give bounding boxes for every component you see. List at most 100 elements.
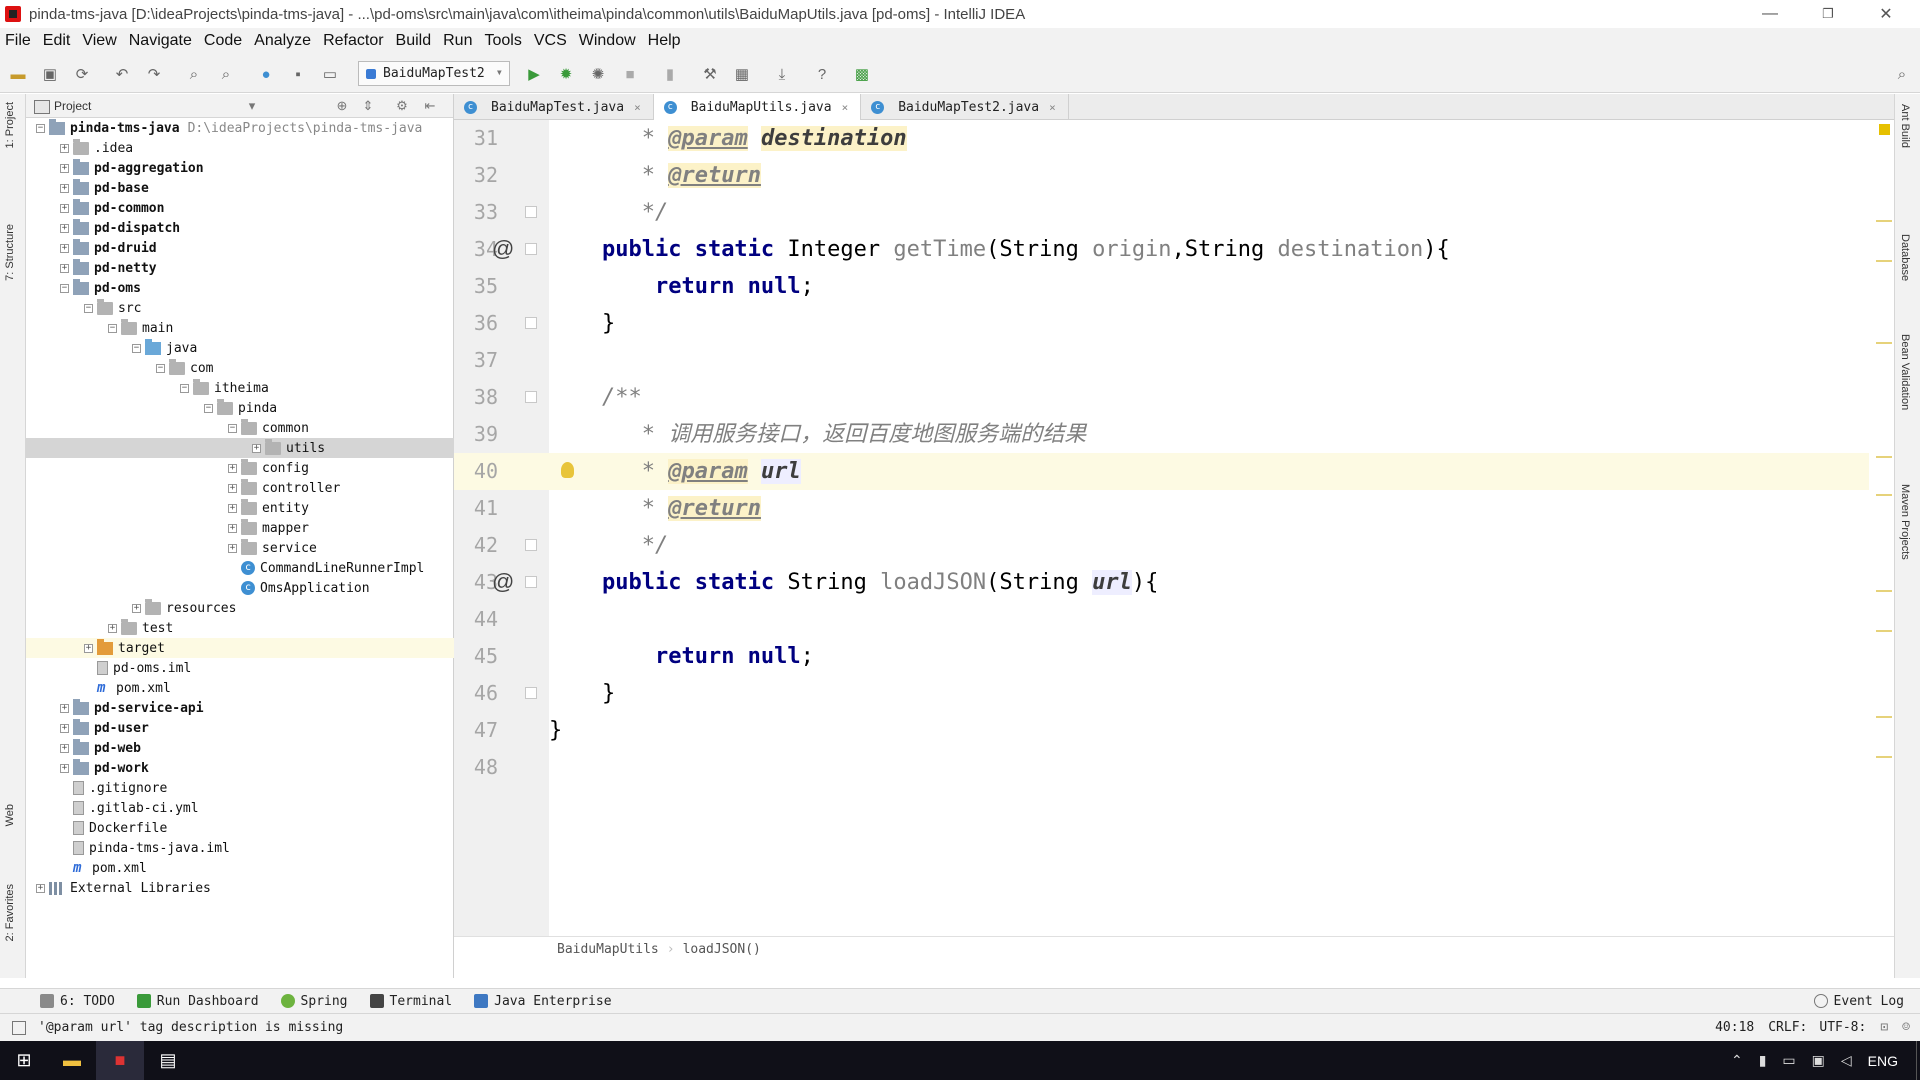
collapse-icon[interactable]: − [204,403,213,413]
tree-item[interactable]: .gitignore [26,778,454,798]
collapse-icon[interactable]: − [36,123,45,133]
open-folder-icon[interactable]: ▬ [8,64,28,84]
gutter-line[interactable]: 32 [454,157,549,194]
volume-icon[interactable]: ◁ [1841,1052,1852,1069]
tree-item[interactable]: pinda-tms-java.iml [26,838,454,858]
collapse-icon[interactable]: − [60,283,69,293]
collapse-icon[interactable]: − [156,363,165,373]
code-line[interactable]: * @param destination [549,120,1869,157]
code-line[interactable]: public static Integer getTime(String ori… [549,231,1869,268]
gutter-line[interactable]: 41 [454,490,549,527]
find-icon[interactable]: ⌕ [184,64,204,84]
gutter-line[interactable]: 40 [454,453,549,490]
menu-tools[interactable]: Tools [484,32,521,50]
todo-tab[interactable]: 6: TODO [40,994,115,1009]
ant-build-tab[interactable]: Ant Build [1899,104,1911,148]
tree-item[interactable]: .gitlab-ci.yml [26,798,454,818]
implementing-method-icon[interactable]: @ [492,571,514,593]
tree-item[interactable]: + config [26,458,454,478]
tree-item[interactable]: + test [26,618,454,638]
error-stripe[interactable] [1874,120,1894,840]
status-toggle-icon[interactable] [12,1020,26,1035]
tree-item[interactable]: + pd-work [26,758,454,778]
tree-item[interactable]: + pd-web [26,738,454,758]
gutter-line[interactable]: 35 [454,268,549,305]
gutter-line[interactable]: 37 [454,342,549,379]
expand-icon[interactable]: + [60,163,69,173]
run-configuration-select[interactable]: BaiduMapTest2 [358,61,510,86]
expand-icon[interactable]: + [252,443,261,453]
fold-marker-icon[interactable] [525,687,537,699]
expand-icon[interactable]: + [60,203,69,213]
fold-marker-icon[interactable] [525,391,537,403]
code-line[interactable]: */ [549,527,1869,564]
expand-icon[interactable]: + [228,503,237,513]
maven-projects-tab[interactable]: Maven Projects [1899,484,1911,560]
microphone-icon[interactable]: ▮ [1759,1052,1767,1069]
gutter-line[interactable]: 42 [454,527,549,564]
expand-icon[interactable]: + [36,883,45,893]
fold-marker-icon[interactable] [525,539,537,551]
tree-item[interactable]: + pd-aggregation [26,158,454,178]
expand-icon[interactable]: + [132,603,141,613]
menu-code[interactable]: Code [204,32,242,50]
tree-item[interactable]: − common [26,418,454,438]
run-icon[interactable]: ▶ [524,64,544,84]
fold-marker-icon[interactable] [525,243,537,255]
code-line[interactable]: * @return [549,490,1869,527]
input-language[interactable]: ENG [1868,1053,1898,1069]
folder-icon[interactable]: ▭ [320,64,340,84]
tree-item[interactable]: Dockerfile [26,818,454,838]
show-desktop-button[interactable] [1916,1041,1920,1080]
close-tab-icon[interactable]: × [1049,101,1056,114]
tree-item[interactable]: c CommandLineRunnerImpl [26,558,454,578]
expand-icon[interactable]: + [60,743,69,753]
fold-marker-icon[interactable] [525,317,537,329]
battery-icon[interactable]: ▭ [1782,1052,1795,1069]
database-tab[interactable]: Database [1899,234,1911,281]
dropdown-icon[interactable]: ▾ [244,98,260,114]
run-dashboard-tab[interactable]: Run Dashboard [136,994,259,1009]
menu-run[interactable]: Run [443,32,472,50]
gutter-line[interactable]: 39 [454,416,549,453]
tree-item[interactable]: m pom.xml [26,858,454,878]
tree-item[interactable]: + External Libraries [26,878,454,898]
expand-icon[interactable]: + [60,143,69,153]
stripe-mark[interactable] [1876,716,1892,718]
gutter-line[interactable]: 44 [454,601,549,638]
stripe-mark[interactable] [1876,260,1892,262]
stripe-mark[interactable] [1876,342,1892,344]
project-view-select[interactable]: Project [54,99,91,113]
collapse-icon[interactable]: − [228,423,237,433]
stripe-mark[interactable] [1876,494,1892,496]
expand-icon[interactable]: + [228,463,237,473]
code-line[interactable]: return null; [549,268,1869,305]
close-tab-icon[interactable]: × [634,101,641,114]
lock-icon[interactable]: ⊡ [1880,1020,1888,1035]
fold-marker-icon[interactable] [525,206,537,218]
stripe-mark[interactable] [1876,590,1892,592]
tree-item[interactable]: − src [26,298,454,318]
tree-item[interactable]: m pom.xml [26,678,454,698]
code-line[interactable]: public static String loadJSON(String url… [549,564,1869,601]
fold-marker-icon[interactable] [525,576,537,588]
caret-position[interactable]: 40:18 [1715,1020,1754,1035]
menu-vcs[interactable]: VCS [534,32,567,50]
coverage-icon[interactable]: ✺ [588,64,608,84]
editor-tab[interactable]: c BaiduMapUtils.java × [653,94,862,121]
gutter-line[interactable]: 48 [454,749,549,786]
collapse-icon[interactable]: − [132,343,141,353]
build-icon[interactable]: ▪ [288,64,308,84]
close-button[interactable]: ✕ [1858,0,1914,28]
file-explorer-icon[interactable]: ▬ [48,1041,96,1080]
replace-icon[interactable]: ⌕ [216,64,236,84]
tree-item[interactable]: − main [26,318,454,338]
code-line[interactable]: } [549,712,1869,749]
breadcrumb-method[interactable]: loadJSON() [683,942,761,957]
gutter-line[interactable]: 45 [454,638,549,675]
collapse-icon[interactable]: − [108,323,117,333]
code-line[interactable] [549,749,1869,786]
java-enterprise-tab[interactable]: Java Enterprise [474,994,612,1009]
code-line[interactable] [549,601,1869,638]
expand-icon[interactable]: + [228,483,237,493]
